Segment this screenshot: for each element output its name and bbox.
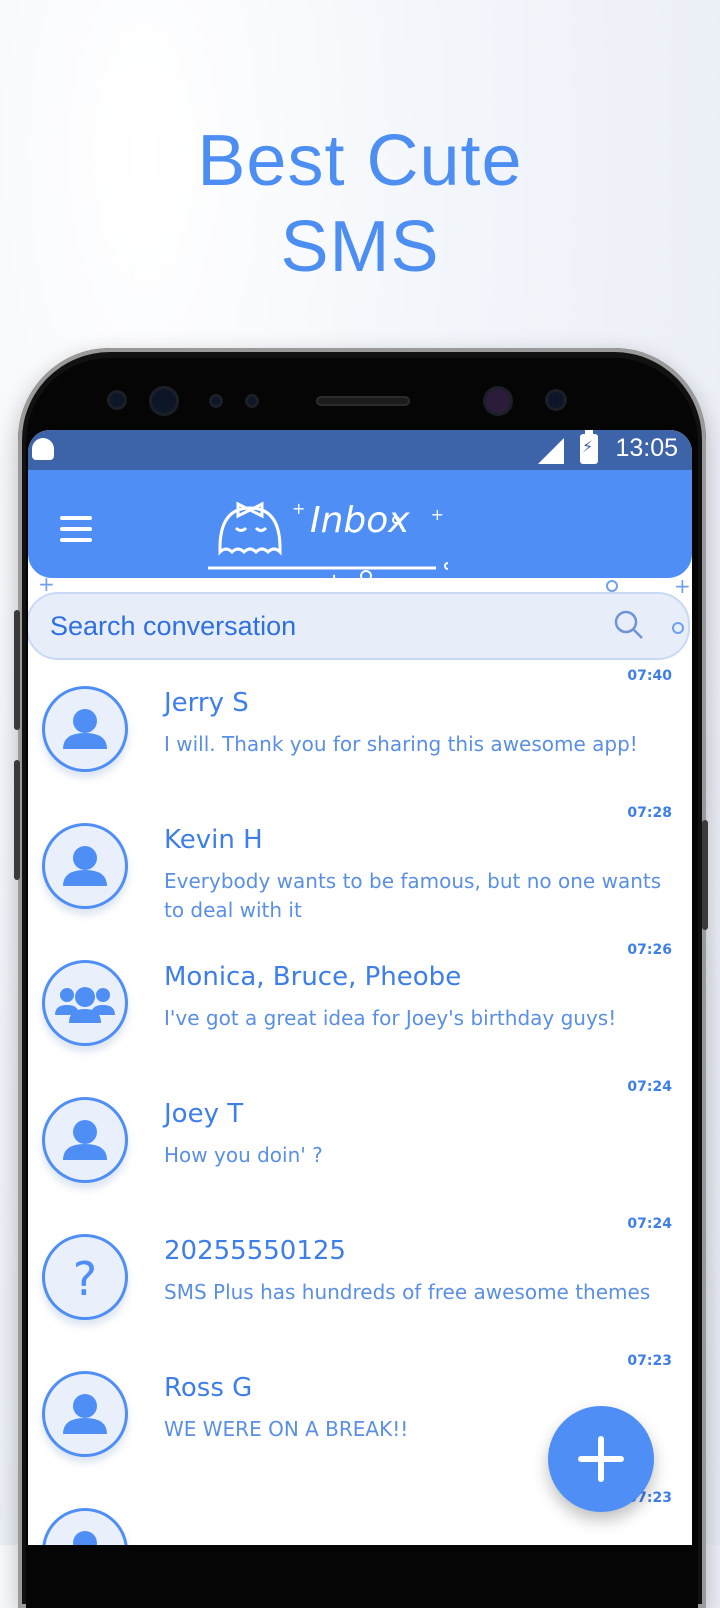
conversation-preview: How you doin' ? xyxy=(164,1143,323,1167)
svg-text:+: + xyxy=(292,499,305,518)
conversation-time: 07:28 xyxy=(627,805,672,821)
conversation-name: Kevin H xyxy=(164,825,263,855)
conversation-name: Monica, Bruce, Pheobe xyxy=(164,962,462,992)
person-icon xyxy=(42,1371,128,1457)
phone-screen: 13:05 + + + Inbox + + + + xyxy=(28,430,692,1545)
signal-icon xyxy=(538,438,564,464)
phone-side-button xyxy=(14,760,20,880)
plus-icon xyxy=(598,1436,604,1482)
conversation-preview: I will. Thank you for sharing this aweso… xyxy=(164,732,638,756)
conversation-item[interactable]: ? 20255550125 SMS Plus has hundreds of f… xyxy=(28,1216,692,1363)
person-icon xyxy=(42,1097,128,1183)
app-bar: + + + Inbox xyxy=(28,470,692,580)
conversation-item[interactable]: Joey T How you doin' ? 07:24 xyxy=(28,1079,692,1226)
menu-icon[interactable] xyxy=(60,516,92,542)
front-sensor xyxy=(110,393,124,407)
front-sensor xyxy=(212,397,220,405)
svg-text:?: ? xyxy=(73,1252,97,1306)
svg-text:+: + xyxy=(324,568,344,580)
search-input[interactable] xyxy=(48,606,572,646)
svg-text:+: + xyxy=(431,505,444,524)
conversation-preview: SMS Plus has hundreds of free awesome th… xyxy=(164,1280,651,1304)
conversation-name: Jerry S xyxy=(164,688,249,718)
conversation-time: 07:24 xyxy=(627,1079,672,1095)
question-mark-icon: ? xyxy=(42,1234,128,1320)
conversation-time: 07:26 xyxy=(627,942,672,958)
promo-title: Best Cute SMS xyxy=(0,118,720,290)
earpiece-speaker xyxy=(316,396,410,406)
conversation-time: 07:24 xyxy=(627,1216,672,1232)
decor-plus: + xyxy=(674,574,691,598)
conversation-name: 20255550125 xyxy=(164,1236,346,1266)
conversation-preview: Everybody wants to be famous, but no one… xyxy=(164,869,662,922)
front-camera xyxy=(152,389,176,413)
conversation-item[interactable]: Jerry S I will. Thank you for sharing th… xyxy=(28,668,692,815)
person-icon xyxy=(42,823,128,909)
new-message-button[interactable] xyxy=(548,1406,654,1512)
front-sensor xyxy=(548,392,564,408)
battery-charging-icon xyxy=(580,430,598,464)
search-bar[interactable] xyxy=(28,592,690,660)
conversation-item[interactable]: Monica, Bruce, Pheobe I've got a great i… xyxy=(28,942,692,1089)
promo-title-line2: SMS xyxy=(280,207,440,287)
decor-dot xyxy=(672,622,684,634)
group-icon xyxy=(42,960,128,1046)
phone-side-button xyxy=(702,820,708,930)
phone-side-button xyxy=(14,610,20,730)
conversation-name: Ross G xyxy=(164,1373,253,1403)
conversation-time: 07:40 xyxy=(627,668,672,684)
notification-ghost-icon xyxy=(32,438,54,460)
status-bar: 13:05 xyxy=(28,430,692,470)
front-camera xyxy=(486,389,510,413)
conversation-preview: I've got a great idea for Joey's birthda… xyxy=(164,1006,617,1030)
conversation-item[interactable]: Kevin H Everybody wants to be famous, bu… xyxy=(28,805,692,952)
conversation-name: Joey T xyxy=(164,1099,244,1129)
promo-title-line1: Best Cute xyxy=(197,121,523,201)
app-bar-title: Inbox xyxy=(310,500,410,541)
search-icon[interactable] xyxy=(614,610,644,640)
person-icon xyxy=(42,686,128,772)
person-icon xyxy=(42,1508,128,1545)
conversation-time: 07:23 xyxy=(627,1353,672,1369)
front-sensor xyxy=(248,397,256,405)
status-time: 13:05 xyxy=(615,434,678,462)
decor-dot xyxy=(606,580,618,592)
